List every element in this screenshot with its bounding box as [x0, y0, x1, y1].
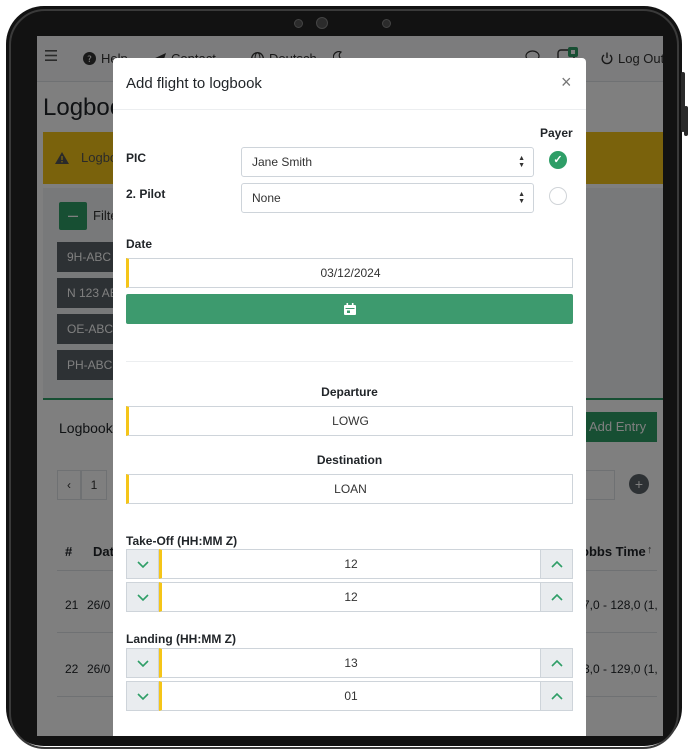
takeoff-hour-stepper: 12: [126, 549, 573, 579]
chevron-down-icon: [137, 561, 149, 569]
landing-hour-stepper: 13: [126, 648, 573, 678]
landing-label: Landing (HH:MM Z): [126, 632, 236, 646]
modal-title: Add flight to logbook: [126, 75, 262, 92]
decrement-button[interactable]: [126, 549, 159, 579]
camera-dot-right: [382, 19, 391, 28]
modal-header: Add flight to logbook ×: [113, 58, 586, 110]
takeoff-hour-value[interactable]: 12: [159, 549, 540, 579]
date-picker-button[interactable]: [126, 294, 573, 324]
increment-button[interactable]: [540, 648, 573, 678]
section-divider: [126, 361, 573, 362]
select-caret-icon: ▲ ▼: [518, 155, 525, 169]
departure-label: Departure: [321, 385, 378, 399]
increment-button[interactable]: [540, 549, 573, 579]
date-label: Date: [126, 237, 153, 251]
pic-label: PIC: [126, 151, 147, 165]
tablet-frame: ? Help Contact Deutsch Log Out: [6, 6, 688, 749]
screen: ? Help Contact Deutsch Log Out: [37, 36, 663, 736]
takeoff-minute-stepper: 12: [126, 582, 573, 612]
chevron-down-icon: [137, 594, 149, 602]
camera-dot-left: [294, 19, 303, 28]
increment-button[interactable]: [540, 582, 573, 612]
calendar-icon: [344, 303, 356, 315]
date-input[interactable]: 03/12/2024: [126, 258, 573, 288]
takeoff-minute-value[interactable]: 12: [159, 582, 540, 612]
chevron-down-icon: [137, 693, 149, 701]
add-flight-modal: Add flight to logbook × Payer PIC Jane S…: [113, 58, 586, 736]
decrement-button[interactable]: [126, 681, 159, 711]
destination-label: Destination: [316, 453, 383, 467]
select-caret-icon: ▲ ▼: [518, 191, 525, 205]
takeoff-label: Take-Off (HH:MM Z): [126, 534, 238, 548]
power-side-button: [684, 106, 688, 136]
chevron-up-icon: [551, 593, 563, 601]
pic-selected-value: Jane Smith: [252, 155, 313, 169]
payer-label: Payer: [540, 126, 573, 140]
pilot2-select[interactable]: None ▲ ▼: [241, 183, 534, 213]
landing-hour-value[interactable]: 13: [159, 648, 540, 678]
chevron-up-icon: [551, 659, 563, 667]
pilot2-label: 2. Pilot: [126, 187, 166, 201]
chevron-down-icon: [137, 660, 149, 668]
pilot2-selected-value: None: [252, 191, 281, 205]
destination-input[interactable]: LOAN: [126, 474, 573, 504]
chevron-up-icon: [551, 692, 563, 700]
landing-minute-value[interactable]: 01: [159, 681, 540, 711]
departure-input[interactable]: LOWG: [126, 406, 573, 436]
increment-button[interactable]: [540, 681, 573, 711]
camera-dot-center: [316, 17, 328, 29]
decrement-button[interactable]: [126, 648, 159, 678]
decrement-button[interactable]: [126, 582, 159, 612]
check-icon[interactable]: ✓: [549, 151, 567, 169]
payer-radio-pilot2[interactable]: [549, 187, 567, 205]
pic-select[interactable]: Jane Smith ▲ ▼: [241, 147, 534, 177]
chevron-up-icon: [551, 560, 563, 568]
close-icon[interactable]: ×: [561, 72, 572, 93]
landing-minute-stepper: 01: [126, 681, 573, 711]
